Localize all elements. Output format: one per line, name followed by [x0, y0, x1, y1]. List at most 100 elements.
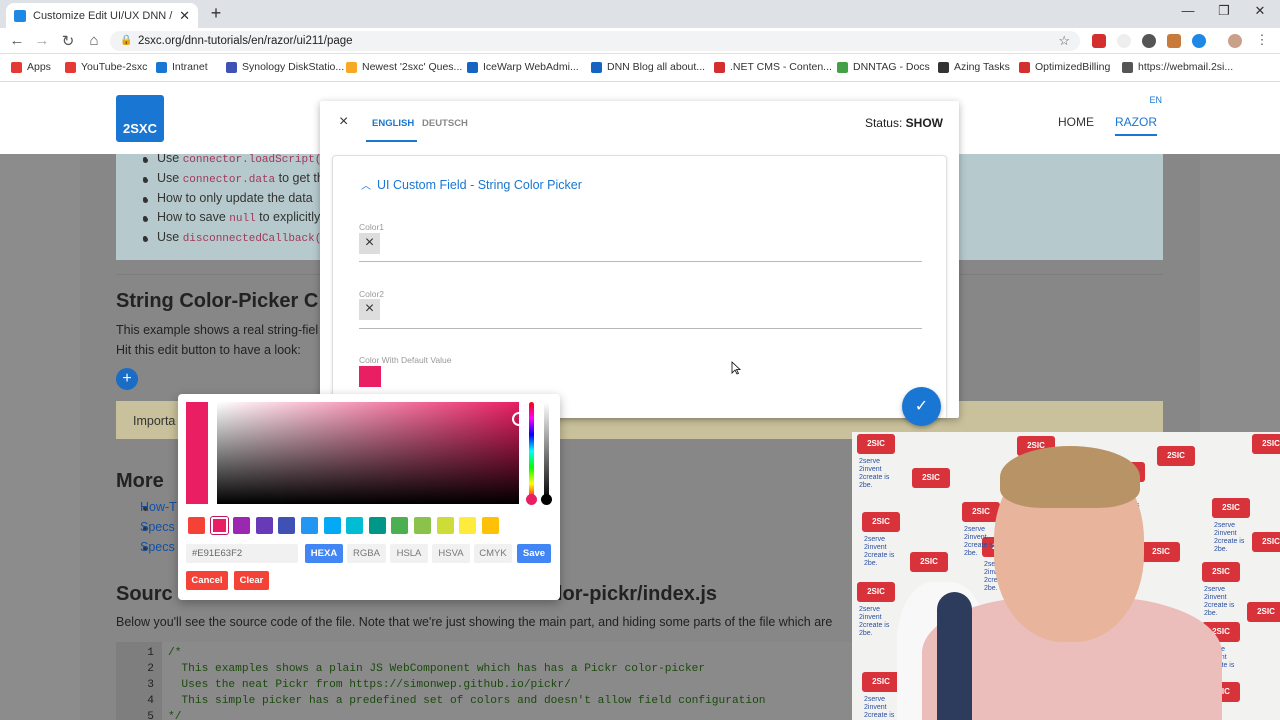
bookmark-icon: [1122, 61, 1133, 73]
bookmark-label: Newest '2sxc' Ques...: [362, 61, 463, 73]
color-swatch[interactable]: [346, 517, 364, 534]
hue-slider[interactable]: [529, 402, 534, 500]
mode-rgba-button[interactable]: RGBA: [347, 544, 386, 563]
color-swatch[interactable]: [233, 517, 251, 534]
pickr-save-button[interactable]: Save: [517, 544, 551, 563]
window-close-button[interactable]: ✕: [1245, 3, 1275, 19]
section-heading: String Color-Picker C: [116, 290, 319, 312]
color2-empty-swatch[interactable]: ×: [359, 299, 380, 320]
bookmark-item[interactable]: Intranet: [156, 61, 208, 73]
hue-handle[interactable]: [526, 494, 537, 505]
bookmark-item[interactable]: .NET CMS - Conten...: [714, 61, 832, 73]
color-swatch[interactable]: [436, 517, 454, 534]
extension-icon[interactable]: [1167, 34, 1181, 48]
color-palette[interactable]: [217, 402, 526, 504]
color-swatch[interactable]: [278, 517, 296, 534]
tab-english[interactable]: ENGLISH: [372, 118, 414, 129]
sponsor-tagline: 2serve 2invent 2create is 2be.: [859, 606, 890, 637]
bookmark-star-icon[interactable]: ☆: [1058, 31, 1070, 51]
bookmark-item[interactable]: IceWarp WebAdmi...: [467, 61, 579, 73]
extension-icon[interactable]: [1092, 34, 1106, 48]
color-swatch[interactable]: [459, 517, 477, 534]
color-swatch[interactable]: [323, 517, 341, 534]
minimize-button[interactable]: —: [1173, 3, 1203, 18]
list-item: Use disconnectedCallback(): [157, 230, 328, 245]
bookmark-item[interactable]: YouTube-2sxc: [65, 61, 147, 73]
new-tab-button[interactable]: +: [206, 3, 226, 24]
link[interactable]: Specs: [140, 520, 175, 534]
color-swatch[interactable]: [255, 517, 273, 534]
color-swatch[interactable]: [391, 517, 409, 534]
color-swatch[interactable]: [301, 517, 318, 534]
bookmark-icon: [467, 61, 478, 73]
status-indicator[interactable]: Status: SHOW: [865, 116, 943, 130]
reload-icon[interactable]: ↻: [58, 32, 78, 50]
forward-icon[interactable]: →: [32, 32, 52, 49]
color-swatch[interactable]: [414, 517, 431, 534]
opacity-slider[interactable]: [544, 402, 549, 500]
bookmark-label: IceWarp WebAdmi...: [483, 61, 579, 73]
pickr-clear-button[interactable]: Clear: [234, 571, 269, 590]
extension-icon[interactable]: [1192, 34, 1206, 48]
bookmark-icon: [837, 61, 848, 73]
bookmark-item[interactable]: Newest '2sxc' Ques...: [346, 61, 462, 73]
mode-hsla-button[interactable]: HSLA: [390, 544, 428, 563]
tab-deutsch[interactable]: DEUTSCH: [422, 118, 468, 129]
browser-tab[interactable]: Customize Edit UI/UX DNN / 2sxc ✕: [6, 3, 198, 28]
line-number: 5: [147, 711, 154, 720]
pickr-cancel-button[interactable]: Cancel: [186, 571, 228, 590]
backpack-strap: [937, 592, 972, 720]
section-toggle[interactable]: ︿ UI Custom Field - String Color Picker: [361, 177, 582, 192]
color-default-swatch[interactable]: [359, 366, 381, 387]
color-swatch[interactable]: [188, 517, 205, 534]
extension-icon[interactable]: [1117, 34, 1131, 48]
list-item: Use connector.data to get th: [157, 171, 324, 186]
field-label-color-default: Color With Default Value: [359, 355, 452, 365]
bookmark-item[interactable]: DNNTAG - Docs: [837, 61, 930, 73]
link[interactable]: Specs: [140, 540, 175, 554]
mode-hsva-button[interactable]: HSVA: [432, 544, 470, 563]
code-line: This examples shows a plain JS WebCompon…: [168, 663, 706, 675]
home-icon[interactable]: ⌂: [84, 32, 104, 49]
sponsor-logo: 2SIC: [862, 672, 900, 692]
back-icon[interactable]: ←: [7, 32, 27, 49]
mode-hexa-button[interactable]: HEXA: [305, 544, 343, 563]
save-check-button[interactable]: ✓: [902, 387, 941, 426]
profile-avatar[interactable]: [1228, 34, 1242, 48]
url-field[interactable]: 🔒 2sxc.org/dnn-tutorials/en/razor/ui211/…: [110, 31, 1080, 51]
code-line: This simple picker has a predefined set …: [168, 695, 766, 707]
section-heading: More: [116, 470, 164, 492]
line-number: 2: [147, 663, 154, 675]
palette-cursor[interactable]: [512, 412, 526, 426]
maximize-button[interactable]: ❐: [1209, 3, 1239, 19]
language-switch[interactable]: EN: [1149, 95, 1162, 105]
sponsor-tagline: 2serve 2invent 2create is 2be.: [1214, 522, 1245, 553]
bookmark-item[interactable]: Apps: [11, 61, 51, 73]
extension-icon[interactable]: [1142, 34, 1156, 48]
add-button[interactable]: +: [116, 368, 138, 390]
hex-input[interactable]: #E91E63F2: [186, 544, 298, 563]
dialog-close-button[interactable]: ×: [339, 113, 348, 131]
mode-cmyk-button[interactable]: CMYK: [474, 544, 512, 563]
menu-kebab-icon[interactable]: ⋮: [1252, 32, 1272, 48]
tab-close-icon[interactable]: ✕: [179, 8, 190, 24]
code-line: */: [168, 711, 182, 720]
opacity-handle[interactable]: [541, 494, 552, 505]
menu-home[interactable]: HOME: [1058, 115, 1094, 129]
color-swatch[interactable]: [481, 517, 499, 534]
color-swatch[interactable]: [210, 517, 228, 534]
active-tab-indicator: [366, 140, 417, 142]
menu-razor[interactable]: RAZOR: [1115, 115, 1157, 136]
browser-tab-bar: Customize Edit UI/UX DNN / 2sxc ✕ + — ❐ …: [0, 0, 1280, 28]
bookmark-item[interactable]: Azing Tasks: [938, 61, 1010, 73]
bookmark-item[interactable]: https://webmail.2si...: [1122, 61, 1233, 73]
bookmark-item[interactable]: OptimizedBilling: [1019, 61, 1110, 73]
color-swatch[interactable]: [368, 517, 386, 534]
color1-empty-swatch[interactable]: ×: [359, 233, 380, 254]
bookmark-item[interactable]: DNN Blog all about...: [591, 61, 705, 73]
bookmark-item[interactable]: Synology DiskStatio...: [226, 61, 344, 73]
site-logo[interactable]: 2SXC: [116, 95, 164, 142]
link[interactable]: How-T: [140, 500, 177, 514]
sponsor-tagline: 2serve 2invent 2create is 2be.: [1204, 586, 1235, 617]
bookmark-label: Intranet: [172, 61, 208, 73]
